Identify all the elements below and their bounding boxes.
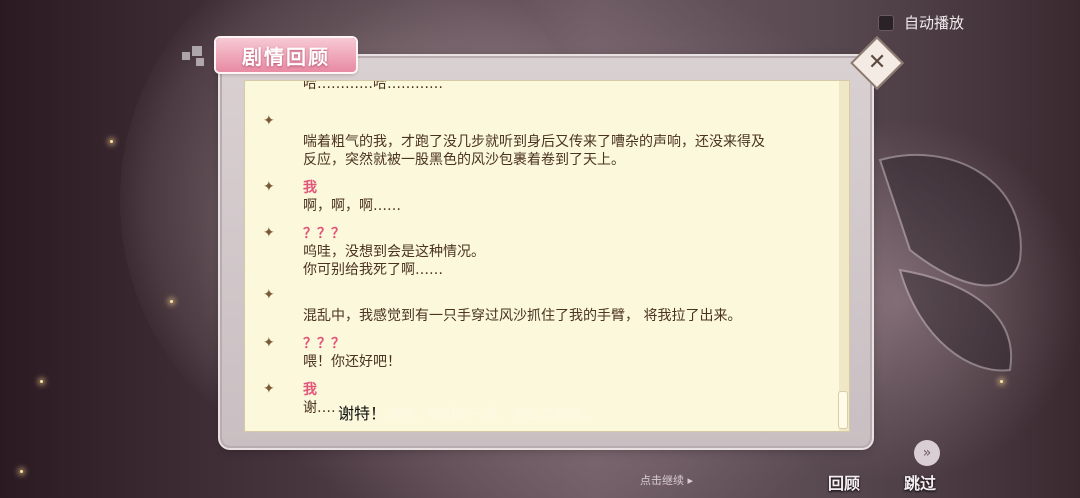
- sparkle-icon: ✦: [263, 335, 275, 351]
- log-text: 混乱中，我感觉到有一只手穿过风沙抓住了我的手臂， 将我拉了出来。: [303, 308, 742, 324]
- sparkle-icon: ✦: [263, 113, 275, 129]
- story-review-panel: 哈…………哈………… ✦ 喘着粗气的我，才跑了没几步就听到身后又传来了嘈杂的声响…: [222, 58, 870, 446]
- sparkle: [1000, 380, 1003, 383]
- log-entry: ✦ 喘着粗气的我，才跑了没几步就听到身后又传来了嘈杂的声响，还没来得及 反应，突…: [263, 111, 829, 171]
- scrollbar-thumb[interactable]: [838, 391, 848, 429]
- checkbox-icon[interactable]: [878, 14, 894, 31]
- log-entry: ✦ ？？？ 喂！你还好吧！: [263, 333, 829, 373]
- background-dialogue-text: 说完，我眼前一黑，失去了知觉。: [386, 407, 596, 423]
- log-entry: 哈…………哈…………: [263, 80, 829, 95]
- scrollbar[interactable]: [838, 81, 849, 431]
- log-text: 呜哇，没想到会是这种情况。 你可别给我死了啊……: [303, 244, 485, 278]
- speaker-name: ？？？: [303, 226, 345, 242]
- close-icon: ✕: [867, 50, 887, 75]
- sparkle: [170, 300, 173, 303]
- sparkle-icon: ✦: [263, 287, 275, 303]
- fairy-wing-decoration: [878, 153, 1022, 372]
- log-text: 啊，啊，啊……: [303, 198, 401, 214]
- speaker-name: ？？？: [303, 336, 345, 352]
- tab-decoration: [182, 44, 216, 68]
- panel-title: 剧情回顾: [242, 44, 330, 69]
- tap-to-continue-hint: 点击继续 ▸: [640, 474, 694, 487]
- sparkle: [40, 380, 43, 383]
- sparkle: [110, 140, 113, 143]
- skip-button[interactable]: 跳过: [904, 470, 936, 494]
- panel-title-tab: 剧情回顾: [216, 38, 356, 72]
- speaker-name: 我: [303, 382, 317, 398]
- auto-play-toggle[interactable]: 自动播放: [878, 12, 964, 33]
- log-entry: ✦ 我 啊，啊，啊……: [263, 177, 829, 217]
- log-entry: ✦ 混乱中，我感觉到有一只手穿过风沙抓住了我的手臂， 将我拉了出来。: [263, 285, 829, 325]
- log-text: 喂！你还好吧！: [303, 354, 401, 370]
- sparkle-icon: ✦: [263, 225, 275, 241]
- log-text: 哈…………哈…………: [303, 80, 443, 92]
- auto-play-label: 自动播放: [904, 14, 965, 32]
- log-text: 喘着粗气的我，才跑了没几步就听到身后又传来了嘈杂的声响，还没来得及 反应，突然就…: [303, 134, 765, 168]
- review-button[interactable]: 回顾: [828, 470, 860, 494]
- fast-forward-icon[interactable]: »: [914, 440, 940, 466]
- log-entry: ✦ ？？？ 呜哇，没想到会是这种情况。 你可别给我死了啊……: [263, 223, 829, 283]
- speaker-name: 我: [303, 180, 317, 196]
- dialogue-log[interactable]: 哈…………哈………… ✦ 喘着粗气的我，才跑了没几步就听到身后又传来了嘈杂的声响…: [244, 80, 850, 432]
- sparkle: [20, 470, 23, 473]
- caption-overlay: 谢特！: [336, 400, 389, 424]
- sparkle-icon: ✦: [263, 381, 275, 397]
- sparkle-icon: ✦: [263, 179, 275, 195]
